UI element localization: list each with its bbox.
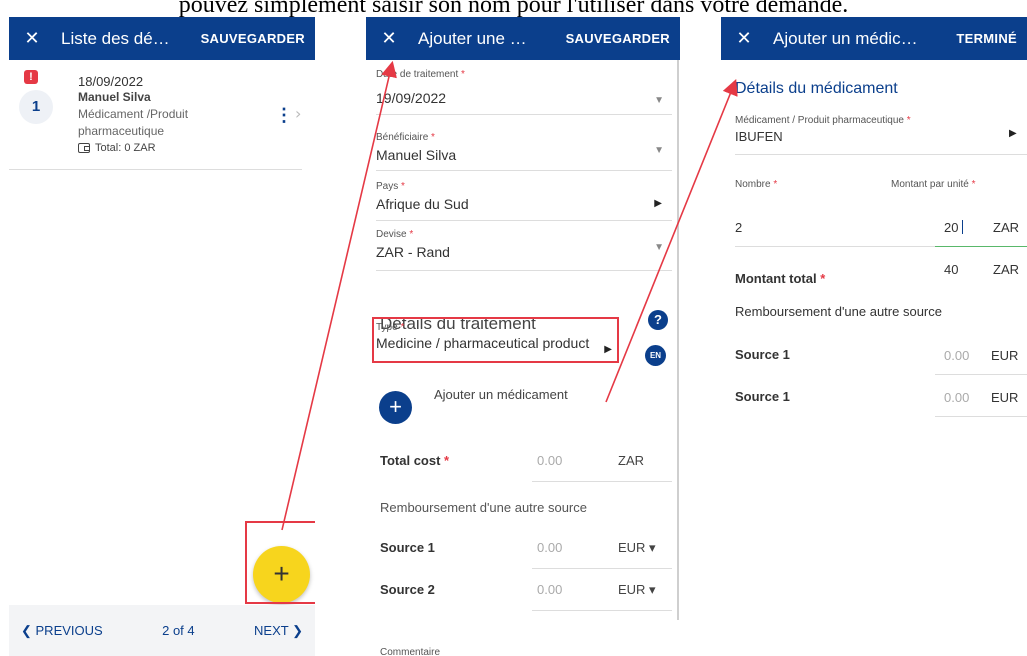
item-type-line-1: Médicament /Produit: [78, 107, 189, 121]
item-date: 18/09/2022: [78, 74, 144, 89]
item-number-badge: 1: [19, 90, 53, 124]
language-badge[interactable]: EN: [645, 345, 666, 366]
dropdown-caret-icon: ▼: [654, 95, 664, 106]
page-indicator: 2 of 4: [162, 623, 195, 638]
add-medicine-screen: ✕ Ajouter un médic… TERMINÉ Détails du m…: [721, 17, 1027, 437]
quantity-label: Nombre: [735, 179, 771, 190]
source-amount[interactable]: 0.00: [944, 390, 969, 405]
source-amount[interactable]: 0.00: [537, 540, 562, 555]
total-cost-label: Total cost: [380, 453, 441, 468]
screen-title: Ajouter une …: [418, 28, 527, 48]
source-currency[interactable]: EUR: [991, 390, 1018, 405]
close-icon[interactable]: ✕: [376, 28, 402, 49]
header-bar: ✕ Ajouter une … SAUVEGARDER: [366, 17, 680, 60]
field-value: 19/09/2022: [376, 90, 447, 106]
source-amount[interactable]: 0.00: [944, 348, 969, 363]
item-type: Médicament /Produit pharmaceutique: [78, 106, 218, 140]
more-options-icon[interactable]: ⋮: [275, 105, 293, 126]
source-label: Source 1: [735, 389, 790, 404]
source-row: Source 1 0.00 EUR ▾: [380, 540, 672, 570]
divider: [532, 610, 672, 611]
field-value: ZAR - Rand: [376, 244, 450, 260]
source-label: Source 1: [735, 347, 790, 362]
field-value: IBUFEN: [735, 129, 783, 144]
save-button[interactable]: SAUVEGARDER: [201, 31, 305, 46]
add-medicine-label[interactable]: Ajouter un médicament: [434, 387, 568, 402]
comment-label: Commentaire: [380, 647, 441, 656]
source-row: Source 2 0.00 EUR ▾: [380, 582, 672, 612]
field-label: Bénéficiaire: [376, 132, 429, 143]
previous-button[interactable]: ❮ PREVIOUS: [21, 623, 103, 639]
source-currency-select[interactable]: EUR ▾: [618, 582, 656, 598]
text-cursor: [962, 220, 963, 234]
treatment-date-field[interactable]: Date de traitement * 19/09/2022 ▼: [376, 69, 672, 115]
active-input-underline: [935, 246, 1027, 247]
field-label: Pays: [376, 181, 399, 192]
save-button[interactable]: SAUVEGARDER: [566, 31, 670, 46]
close-icon[interactable]: ✕: [731, 28, 757, 49]
scrollbar[interactable]: [677, 60, 679, 620]
pagination-footer: ❮ PREVIOUS 2 of 4 NEXT ❯: [9, 605, 315, 656]
header-bar: ✕ Liste des dé… SAUVEGARDER: [9, 17, 315, 60]
quantity-input[interactable]: 2: [735, 220, 742, 235]
total-amount-value: 40: [944, 262, 959, 277]
divider: [735, 246, 935, 247]
item-type-line-2: pharmaceutique: [78, 124, 165, 138]
country-field[interactable]: Pays * Afrique du Sud ▶: [376, 181, 672, 221]
total-amount-label: Montant total: [735, 271, 817, 286]
chevron-right-icon[interactable]: ›: [295, 104, 301, 123]
item-beneficiary: Manuel Silva: [78, 90, 151, 104]
reimbursement-title: Remboursement d'une autre source: [380, 500, 587, 515]
header-bar: ✕ Ajouter un médic… TERMINÉ: [721, 17, 1027, 60]
divider: [935, 416, 1027, 417]
field-label: Médicament / Produit pharmaceutique: [735, 115, 904, 126]
field-label: Devise: [376, 229, 407, 240]
total-cost-row: Total cost * 0.00 ZAR: [380, 453, 672, 483]
currency-field[interactable]: Devise * ZAR - Rand ▼: [376, 229, 672, 271]
total-cost-amount[interactable]: 0.00: [537, 453, 562, 468]
list-item[interactable]: ! 1 18/09/2022 Manuel Silva Médicament /…: [9, 60, 302, 170]
reimbursement-title: Remboursement d'une autre source: [735, 304, 942, 319]
close-icon[interactable]: ✕: [19, 28, 45, 49]
divider: [935, 374, 1027, 375]
add-medicine-button[interactable]: +: [379, 391, 412, 424]
dropdown-caret-icon: ▼: [654, 242, 664, 253]
field-value: Manuel Silva: [376, 147, 457, 163]
claim-list-screen: ✕ Liste des dé… SAUVEGARDER ! 1 18/09/20…: [9, 17, 315, 656]
field-label: Date de traitement: [376, 69, 459, 80]
source-label: Source 2: [380, 582, 435, 597]
field-value: Afrique du Sud: [376, 196, 469, 212]
wallet-icon: [78, 143, 90, 153]
beneficiary-field[interactable]: Bénéficiaire * Manuel Silva ▼: [376, 132, 672, 171]
divider: [532, 481, 672, 482]
screen-title: Ajouter un médic…: [773, 28, 918, 48]
instruction-caption: pouvez simplement saisir son nom pour l'…: [178, 0, 849, 18]
add-treatment-screen: ✕ Ajouter une … SAUVEGARDER Date de trai…: [366, 17, 680, 656]
medicine-details-title: Détails du médicament: [735, 80, 898, 97]
source-label: Source 1: [380, 540, 435, 555]
medicine-field[interactable]: Médicament / Produit pharmaceutique * IB…: [735, 115, 1027, 155]
unit-amount-currency: ZAR: [993, 220, 1019, 235]
source-currency-select[interactable]: EUR ▾: [618, 540, 656, 556]
total-cost-currency: ZAR: [618, 453, 644, 468]
unit-amount-input[interactable]: 20: [944, 220, 958, 235]
highlight-box: [245, 521, 315, 604]
screen-title: Liste des dé…: [61, 28, 170, 48]
highlight-box: [372, 317, 619, 363]
total-amount-currency: ZAR: [993, 262, 1019, 277]
unit-amount-label: Montant par unité: [891, 179, 969, 190]
source-currency[interactable]: EUR: [991, 348, 1018, 363]
alert-icon: !: [24, 70, 38, 84]
done-button[interactable]: TERMINÉ: [956, 31, 1017, 46]
item-total-label: Total: 0 ZAR: [95, 142, 156, 154]
dropdown-caret-icon: ▼: [654, 145, 664, 156]
caret-right-icon: ▶: [654, 198, 662, 209]
next-button[interactable]: NEXT ❯: [254, 623, 303, 639]
divider: [532, 568, 672, 569]
item-total: Total: 0 ZAR: [78, 142, 156, 154]
caret-right-icon: ▶: [1009, 128, 1017, 139]
source-amount[interactable]: 0.00: [537, 582, 562, 597]
